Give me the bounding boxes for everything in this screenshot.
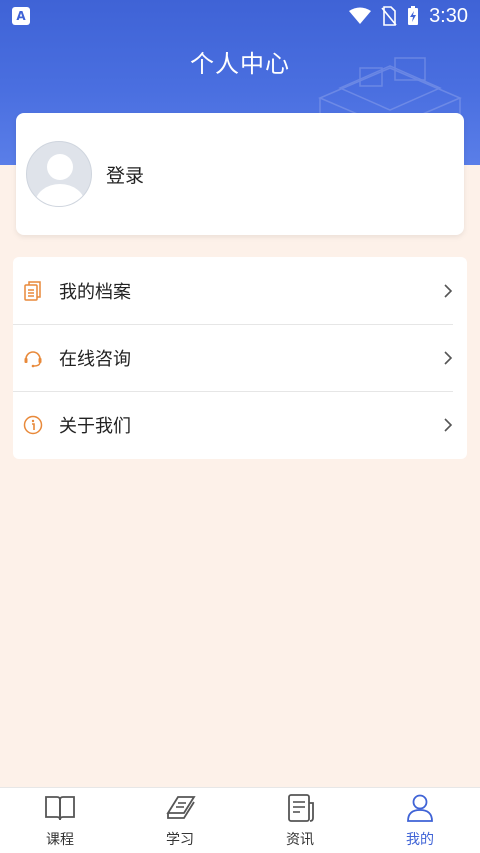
chevron-right-icon <box>444 283 453 298</box>
profile-card[interactable]: 登录 <box>16 113 464 235</box>
open-book-icon <box>45 795 75 820</box>
tab-courses[interactable]: 课程 <box>0 788 120 853</box>
clock: 3:30 <box>429 4 468 27</box>
menu-item-label: 在线咨询 <box>59 348 131 370</box>
tab-news[interactable]: 资讯 <box>240 788 360 853</box>
book-icon <box>166 795 196 819</box>
menu-item-about-us[interactable]: 关于我们 <box>13 391 467 458</box>
tab-label: 我的 <box>406 831 434 848</box>
document-icon <box>23 280 43 301</box>
page-title: 个人中心 <box>190 50 290 78</box>
user-icon <box>407 794 433 822</box>
menu-item-label: 我的档案 <box>59 281 131 303</box>
battery-charging-icon <box>408 6 419 25</box>
avatar[interactable] <box>26 141 92 207</box>
tab-study[interactable]: 学习 <box>120 788 240 853</box>
status-bar: A 3:30 <box>0 0 480 32</box>
menu-list: 我的档案 在线咨询 关于我们 <box>13 257 467 459</box>
menu-item-label: 关于我们 <box>59 415 131 437</box>
tab-label: 课程 <box>46 831 74 848</box>
menu-item-my-archive[interactable]: 我的档案 <box>13 257 467 324</box>
bottom-tab-bar: 课程 学习 资讯 我的 <box>0 787 480 853</box>
menu-item-online-consult[interactable]: 在线咨询 <box>13 324 467 391</box>
app-notification-icon: A <box>12 7 30 25</box>
tab-label: 资讯 <box>286 831 314 848</box>
news-icon <box>288 793 314 822</box>
wifi-icon <box>349 7 372 24</box>
headset-icon <box>23 348 43 368</box>
chevron-right-icon <box>444 417 453 432</box>
login-link[interactable]: 登录 <box>106 161 144 188</box>
tab-label: 学习 <box>166 831 194 848</box>
no-sim-icon <box>381 6 397 26</box>
chevron-right-icon <box>444 350 453 365</box>
info-icon <box>23 415 43 435</box>
tab-mine[interactable]: 我的 <box>360 788 480 853</box>
